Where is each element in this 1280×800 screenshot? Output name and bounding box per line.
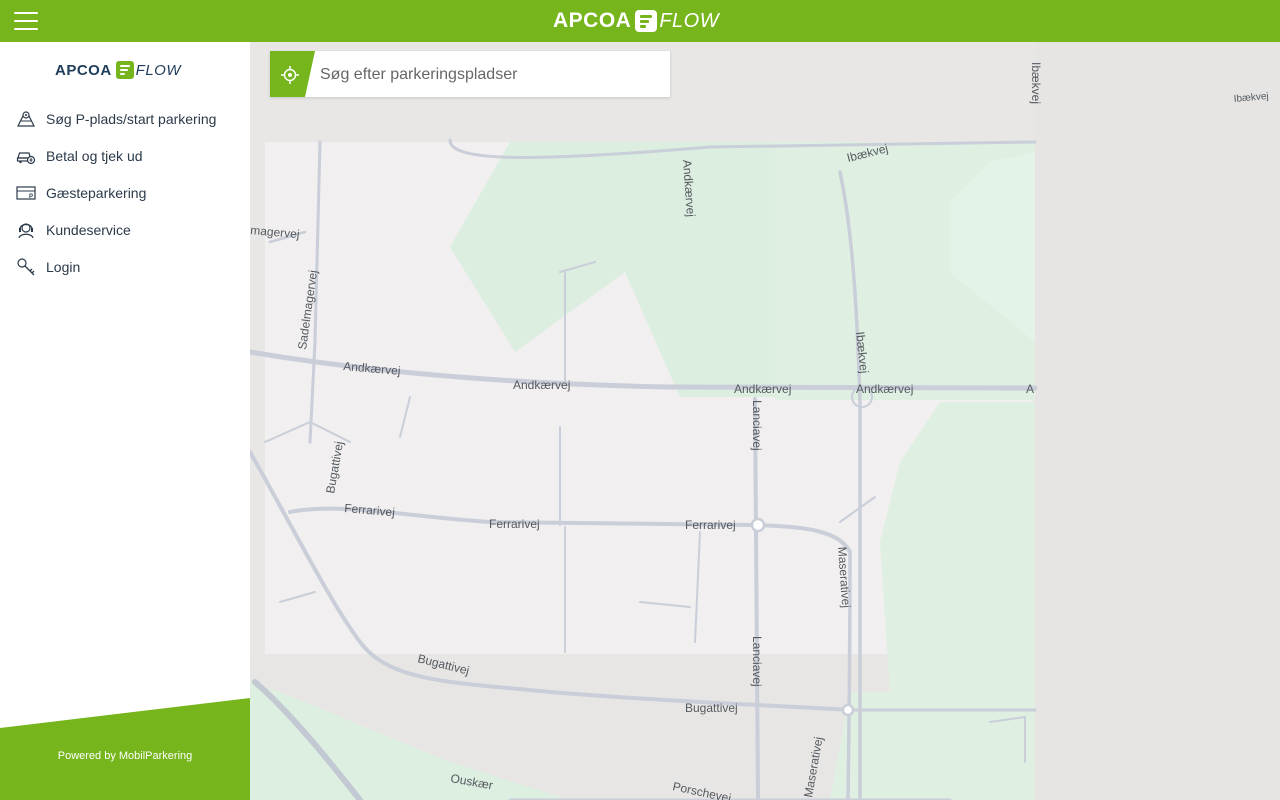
sidebar-item-login[interactable]: Login <box>0 248 250 285</box>
sidebar-logo-apcoa-text: APCOA <box>55 61 112 79</box>
header-logo[interactable]: APCOA FLOW <box>553 8 719 34</box>
street-label: Ibækvej <box>1029 62 1043 104</box>
top-bar: APCOA FLOW <box>0 0 1280 42</box>
sidebar-logo-mark-icon <box>115 61 134 79</box>
sidebar-footer: Powered by MobilParkering <box>0 698 250 800</box>
powered-by-prefix: Powered by <box>57 750 119 762</box>
powered-by-text: Powered by MobilParkering <box>0 750 250 762</box>
car-pay-icon <box>16 151 36 164</box>
key-icon <box>17 257 35 275</box>
street-label: Andkærvej <box>734 382 791 396</box>
powered-by-link[interactable]: MobilParkering <box>119 750 192 762</box>
sidebar-item-customer-service[interactable]: Kundeservice <box>0 211 250 248</box>
sidebar: APCOA FLOW Søg P-plads/start parkering B… <box>0 42 250 800</box>
street-label: Ferrarivej <box>685 518 736 532</box>
street-label: Lanciavej <box>750 400 764 451</box>
logo-flow-mark-icon <box>635 10 658 32</box>
sidebar-menu: Søg P-plads/start parkering Betal og tje… <box>0 100 250 285</box>
sidebar-item-search-parking[interactable]: Søg P-plads/start parkering <box>0 100 250 137</box>
parking-map-icon <box>17 110 35 127</box>
street-label: Bugattivej <box>685 701 738 715</box>
sidebar-logo-flow-text: FLOW <box>135 61 182 79</box>
street-label: Lanciavej <box>750 636 764 687</box>
guest-parking-ticket-icon: P <box>16 185 36 200</box>
locate-button[interactable] <box>270 51 315 97</box>
sidebar-item-label: Betal og tjek ud <box>46 147 143 164</box>
sidebar-logo[interactable]: APCOA FLOW <box>55 60 181 80</box>
svg-text:P: P <box>29 194 33 200</box>
logo-apcoa-text: APCOA <box>553 9 632 32</box>
hamburger-icon[interactable] <box>14 12 38 30</box>
map[interactable]: Ibækvej Ibækvej Ibækvej Ibækvej Andkærve… <box>250 42 1280 800</box>
customer-service-icon <box>18 222 34 238</box>
street-label: Ferrarivej <box>489 517 540 531</box>
sidebar-item-label: Kundeservice <box>46 221 131 238</box>
sidebar-item-label: Login <box>46 258 81 275</box>
sidebar-item-label: Gæsteparkering <box>46 184 147 201</box>
search-box <box>270 51 670 99</box>
footer-green-wedge <box>0 698 250 800</box>
street-label: Andkærvej <box>513 378 570 392</box>
search-input[interactable] <box>318 51 662 99</box>
street-label: A <box>1026 382 1034 396</box>
sidebar-item-pay-checkout[interactable]: Betal og tjek ud <box>0 137 250 174</box>
street-label: Andkærvej <box>856 382 913 396</box>
map-canvas[interactable]: Ibækvej Ibækvej Ibækvej Ibækvej Andkærve… <box>250 42 1280 800</box>
logo-flow-text: FLOW <box>659 9 720 32</box>
sidebar-item-guest-parking[interactable]: P Gæsteparkering <box>0 174 250 211</box>
sidebar-item-label: Søg P-plads/start parkering <box>46 110 217 127</box>
